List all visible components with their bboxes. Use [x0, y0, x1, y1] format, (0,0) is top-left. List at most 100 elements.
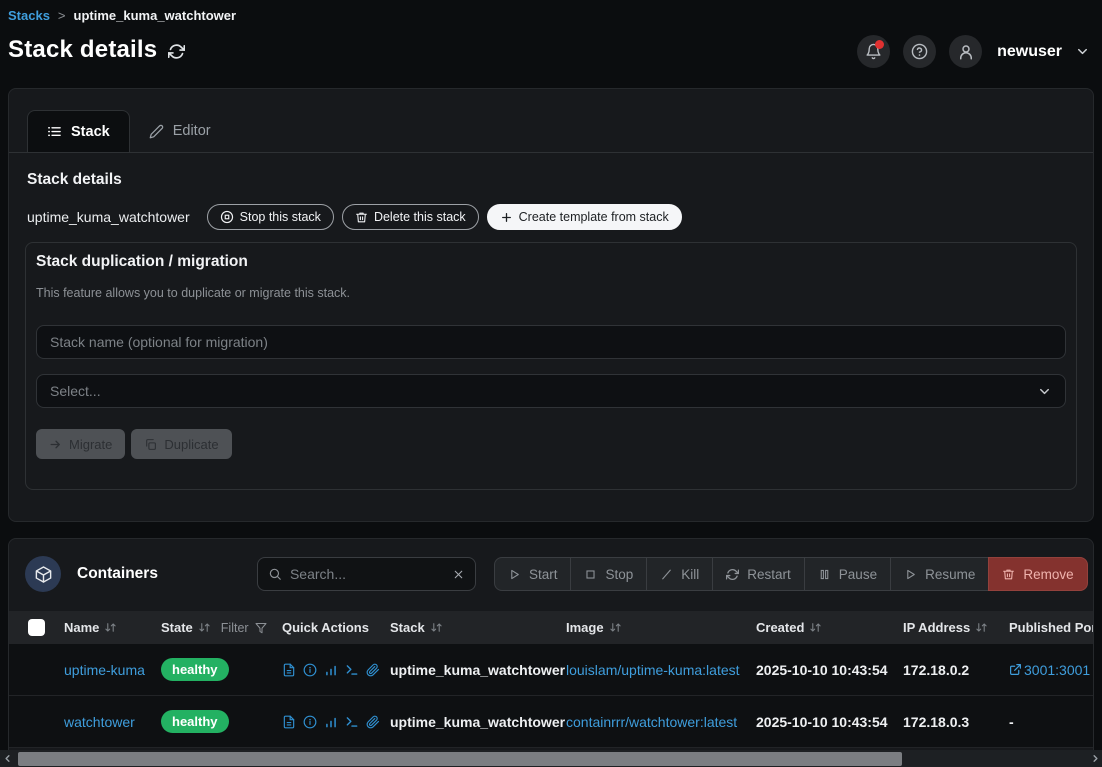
- published-port-link[interactable]: 3001:3001: [1024, 662, 1090, 678]
- containers-toolbar: Start Stop Kill Restart Pause Resume: [494, 557, 1088, 591]
- notifications-button[interactable]: [857, 35, 890, 68]
- breadcrumb: Stacks > uptime_kuma_watchtower: [8, 8, 236, 23]
- create-template-button[interactable]: Create template from stack: [487, 204, 682, 230]
- col-header-stack[interactable]: Stack: [390, 620, 566, 635]
- pause-button[interactable]: Pause: [804, 557, 891, 591]
- start-button[interactable]: Start: [494, 557, 572, 591]
- tab-editor-label: Editor: [173, 123, 211, 139]
- help-icon: [911, 43, 928, 60]
- sort-icon[interactable]: [609, 621, 622, 634]
- scroll-left-icon[interactable]: [0, 753, 14, 764]
- copy-icon: [144, 438, 157, 451]
- col-header-name[interactable]: Name: [64, 620, 161, 635]
- select-all-checkbox[interactable]: [28, 619, 45, 636]
- attach-icon[interactable]: [366, 715, 380, 729]
- filter-label[interactable]: Filter: [221, 621, 249, 635]
- image-link[interactable]: louislam/uptime-kuma:latest: [566, 662, 740, 678]
- migrate-button[interactable]: Migrate: [36, 429, 125, 459]
- square-icon: [584, 568, 597, 581]
- containers-title: Containers: [77, 565, 158, 583]
- quick-actions: [282, 663, 390, 677]
- horizontal-scrollbar: [0, 750, 1102, 767]
- stats-icon[interactable]: [324, 663, 338, 677]
- sort-icon[interactable]: [430, 621, 443, 634]
- tab-stack[interactable]: Stack: [27, 110, 130, 152]
- stack-name-input[interactable]: [36, 325, 1066, 359]
- container-name-link[interactable]: uptime-kuma: [64, 662, 145, 678]
- breadcrumb-stacks-link[interactable]: Stacks: [8, 8, 50, 23]
- duplicate-label: Duplicate: [164, 437, 218, 452]
- sort-icon[interactable]: [104, 621, 117, 634]
- username[interactable]: newuser: [997, 43, 1062, 61]
- scroll-right-icon[interactable]: [1088, 753, 1102, 764]
- containers-panel: Containers Start Stop Kill Restart: [8, 538, 1094, 767]
- stop-stack-label: Stop this stack: [240, 210, 321, 224]
- created-cell: 2025-10-10 10:43:54: [756, 714, 903, 730]
- ip-cell: 172.18.0.3: [903, 714, 1009, 730]
- scrollbar-thumb[interactable]: [18, 752, 902, 766]
- trash-icon: [1002, 568, 1015, 581]
- cube-icon: [34, 565, 53, 584]
- search-input[interactable]: [290, 566, 444, 582]
- stats-icon[interactable]: [324, 715, 338, 729]
- stop-button[interactable]: Stop: [570, 557, 647, 591]
- stack-cell: uptime_kuma_watchtower: [390, 662, 566, 678]
- col-header-ip[interactable]: IP Address: [903, 620, 1009, 635]
- tab-editor[interactable]: Editor: [130, 110, 230, 152]
- stop-stack-button[interactable]: Stop this stack: [207, 204, 334, 230]
- restart-icon: [726, 568, 739, 581]
- inspect-info-icon[interactable]: [303, 715, 317, 729]
- select-chevron-down-icon: [1037, 384, 1052, 399]
- kill-button[interactable]: Kill: [646, 557, 713, 591]
- duplication-heading: Stack duplication / migration: [36, 253, 1068, 271]
- delete-stack-label: Delete this stack: [374, 210, 466, 224]
- logs-icon[interactable]: [282, 715, 296, 729]
- console-icon[interactable]: [345, 715, 359, 729]
- user-icon: [957, 43, 975, 61]
- chevron-down-icon[interactable]: [1075, 44, 1090, 59]
- stack-cell: uptime_kuma_watchtower: [390, 714, 566, 730]
- help-button[interactable]: [903, 35, 936, 68]
- published-port-cell: -: [1009, 714, 1093, 730]
- breadcrumb-separator: >: [58, 8, 66, 23]
- clear-search-icon[interactable]: [452, 568, 465, 581]
- header-actions: newuser: [857, 35, 1090, 68]
- col-header-created[interactable]: Created: [756, 620, 903, 635]
- refresh-icon[interactable]: [168, 43, 185, 60]
- status-badge: healthy: [161, 658, 229, 681]
- attach-icon[interactable]: [366, 663, 380, 677]
- delete-stack-button[interactable]: Delete this stack: [342, 204, 479, 230]
- container-name-link[interactable]: watchtower: [64, 714, 135, 730]
- page-title: Stack details: [8, 36, 157, 64]
- external-link-icon[interactable]: [1009, 663, 1022, 676]
- stop-label: Stop: [605, 567, 633, 582]
- trash-icon: [355, 211, 368, 224]
- stack-details-panel: Stack Editor Stack details uptime_kuma_w…: [8, 88, 1094, 522]
- slash-icon: [660, 568, 673, 581]
- sort-icon[interactable]: [975, 621, 988, 634]
- col-header-published-ports[interactable]: Published Ports: [1009, 620, 1093, 635]
- restart-button[interactable]: Restart: [712, 557, 805, 591]
- duplicate-button[interactable]: Duplicate: [131, 429, 231, 459]
- resume-play-icon: [904, 568, 917, 581]
- image-link[interactable]: containrrr/watchtower:latest: [566, 714, 737, 730]
- kill-label: Kill: [681, 567, 699, 582]
- pencil-icon: [149, 124, 164, 139]
- resume-button[interactable]: Resume: [890, 557, 989, 591]
- inspect-info-icon[interactable]: [303, 663, 317, 677]
- avatar[interactable]: [949, 35, 982, 68]
- tab-stack-label: Stack: [71, 124, 110, 140]
- scrollbar-track[interactable]: [14, 750, 1088, 767]
- logs-icon[interactable]: [282, 663, 296, 677]
- remove-button[interactable]: Remove: [988, 557, 1087, 591]
- filter-funnel-icon[interactable]: [255, 622, 267, 634]
- tabbar: Stack Editor: [9, 89, 1093, 153]
- col-header-image[interactable]: Image: [566, 620, 756, 635]
- sort-icon[interactable]: [809, 621, 822, 634]
- console-icon[interactable]: [345, 663, 359, 677]
- col-header-state[interactable]: State Filter: [161, 620, 282, 635]
- sort-icon[interactable]: [198, 621, 211, 634]
- containers-search: [257, 557, 476, 591]
- environment-select[interactable]: Select...: [36, 374, 1066, 408]
- table-row: uptime-kuma healthy uptime_kuma_watchtow…: [9, 644, 1093, 696]
